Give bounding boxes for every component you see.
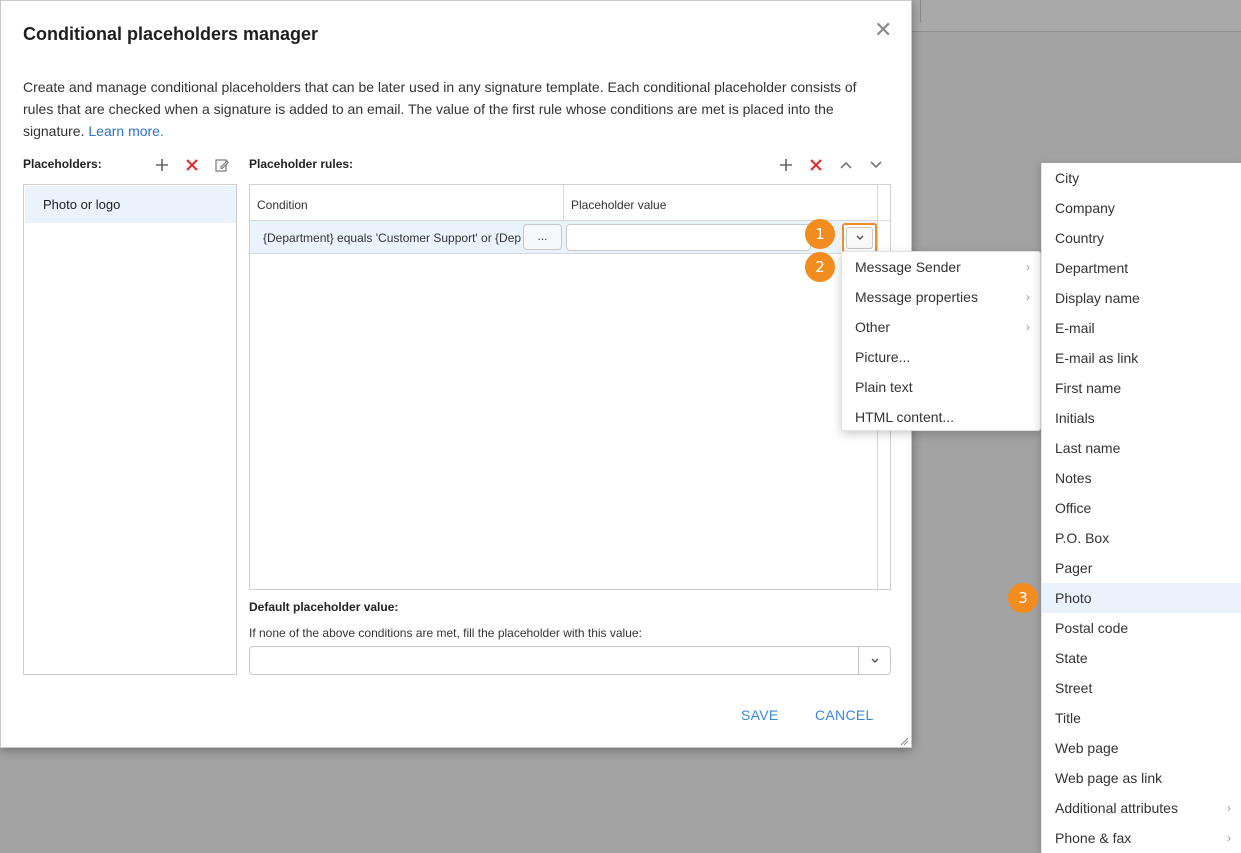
chevron-right-icon: ›	[1026, 260, 1030, 274]
submenu-item-first-name[interactable]: First name	[1042, 373, 1241, 403]
learn-more-link[interactable]: Learn more.	[88, 123, 163, 139]
submenu-item-city[interactable]: City	[1042, 163, 1241, 193]
submenu-item-email-as-link[interactable]: E-mail as link	[1042, 343, 1241, 373]
cancel-button[interactable]: CANCEL	[815, 707, 874, 723]
submenu-item-postal-code[interactable]: Postal code	[1042, 613, 1241, 643]
resize-grip-icon[interactable]	[899, 736, 909, 746]
rules-table: Condition Placeholder value {Department}…	[249, 184, 891, 591]
add-placeholder-icon[interactable]	[153, 156, 171, 174]
conditional-placeholders-dialog: Conditional placeholders manager ✕ Creat…	[0, 0, 912, 748]
submenu-item-notes[interactable]: Notes	[1042, 463, 1241, 493]
submenu-item-display-name[interactable]: Display name	[1042, 283, 1241, 313]
submenu-item-company[interactable]: Company	[1042, 193, 1241, 223]
submenu-item-country[interactable]: Country	[1042, 223, 1241, 253]
submenu-item-office[interactable]: Office	[1042, 493, 1241, 523]
close-icon[interactable]: ✕	[874, 19, 892, 41]
submenu-item-phone-fax[interactable]: Phone & fax ›	[1042, 823, 1241, 853]
menu-item-label: Message properties	[855, 289, 978, 305]
dialog-description: Create and manage conditional placeholde…	[23, 76, 885, 142]
menu-item-label: Other	[855, 319, 891, 335]
step-badge-3: 3	[1008, 583, 1038, 613]
chevron-down-icon	[846, 227, 873, 249]
placeholder-value-menu: Message Sender › Message properties › Othe…	[841, 251, 1041, 431]
step-badge-1: 1	[805, 219, 835, 249]
submenu-item-title[interactable]: Title	[1042, 703, 1241, 733]
submenu-item-state[interactable]: State	[1042, 643, 1241, 673]
submenu-item-photo[interactable]: Photo	[1042, 583, 1241, 613]
edit-condition-button[interactable]: ...	[523, 224, 562, 250]
delete-rule-icon[interactable]	[807, 156, 825, 174]
submenu-item-label: Phone & fax	[1055, 830, 1132, 846]
submenu-item-street[interactable]: Street	[1042, 673, 1241, 703]
dialog-title: Conditional placeholders manager	[23, 24, 319, 44]
menu-item-html-content[interactable]: HTML content...	[842, 402, 1040, 432]
chevron-right-icon: ›	[1227, 801, 1231, 815]
toolbar-separator	[920, 0, 921, 22]
chevron-right-icon: ›	[1026, 320, 1030, 334]
submenu-item-additional-attributes[interactable]: Additional attributes ›	[1042, 793, 1241, 823]
placeholder-value-dropdown-button[interactable]	[842, 223, 877, 253]
submenu-item-email[interactable]: E-mail	[1042, 313, 1241, 343]
menu-item-picture[interactable]: Picture...	[842, 342, 1040, 372]
menu-item-message-properties[interactable]: Message properties ›	[842, 282, 1040, 312]
menu-item-message-sender[interactable]: Message Sender ›	[842, 252, 1040, 282]
submenu-item-initials[interactable]: Initials	[1042, 403, 1241, 433]
placeholder-item-photo-or-logo[interactable]: Photo or logo	[25, 186, 236, 223]
chevron-right-icon: ›	[1227, 831, 1231, 845]
move-rule-down-icon[interactable]	[867, 156, 885, 174]
submenu-item-pager[interactable]: Pager	[1042, 553, 1241, 583]
placeholders-list: Photo or logo	[23, 184, 237, 675]
column-header-condition: Condition	[257, 198, 308, 212]
add-rule-icon[interactable]	[777, 156, 795, 174]
submenu-item-last-name[interactable]: Last name	[1042, 433, 1241, 463]
placeholders-label: Placeholders:	[23, 157, 102, 171]
submenu-item-po-box[interactable]: P.O. Box	[1042, 523, 1241, 553]
edit-placeholder-icon[interactable]	[213, 156, 231, 174]
chevron-right-icon: ›	[1026, 290, 1030, 304]
submenu-item-web-page[interactable]: Web page	[1042, 733, 1241, 763]
default-value-input[interactable]	[249, 646, 859, 675]
rules-table-header: Condition Placeholder value	[250, 185, 890, 221]
default-value-description: If none of the above conditions are met,…	[249, 626, 642, 640]
background-toolbar	[912, 0, 1241, 32]
column-divider	[563, 185, 564, 221]
submenu-item-label: Additional attributes	[1055, 800, 1178, 816]
save-button[interactable]: SAVE	[741, 707, 779, 723]
menu-item-label: Message Sender	[855, 259, 961, 275]
delete-placeholder-icon[interactable]	[183, 156, 201, 174]
menu-item-other[interactable]: Other ›	[842, 312, 1040, 342]
submenu-item-web-page-as-link[interactable]: Web page as link	[1042, 763, 1241, 793]
default-value-dropdown-button[interactable]	[858, 646, 891, 675]
placeholder-value-input[interactable]	[566, 224, 811, 251]
rule-condition-text: {Department} equals 'Customer Support' o…	[263, 231, 521, 245]
move-rule-up-icon[interactable]	[837, 156, 855, 174]
chevron-down-icon	[871, 658, 878, 663]
step-badge-2: 2	[805, 252, 835, 282]
column-header-placeholder-value: Placeholder value	[571, 198, 667, 212]
submenu-item-department[interactable]: Department	[1042, 253, 1241, 283]
table-row[interactable]: {Department} equals 'Customer Support' o…	[250, 221, 877, 254]
message-sender-submenu: City Company Country Department Display …	[1041, 163, 1241, 853]
default-value-label: Default placeholder value:	[249, 600, 399, 614]
placeholder-rules-label: Placeholder rules:	[249, 157, 354, 171]
menu-item-plain-text[interactable]: Plain text	[842, 372, 1040, 402]
